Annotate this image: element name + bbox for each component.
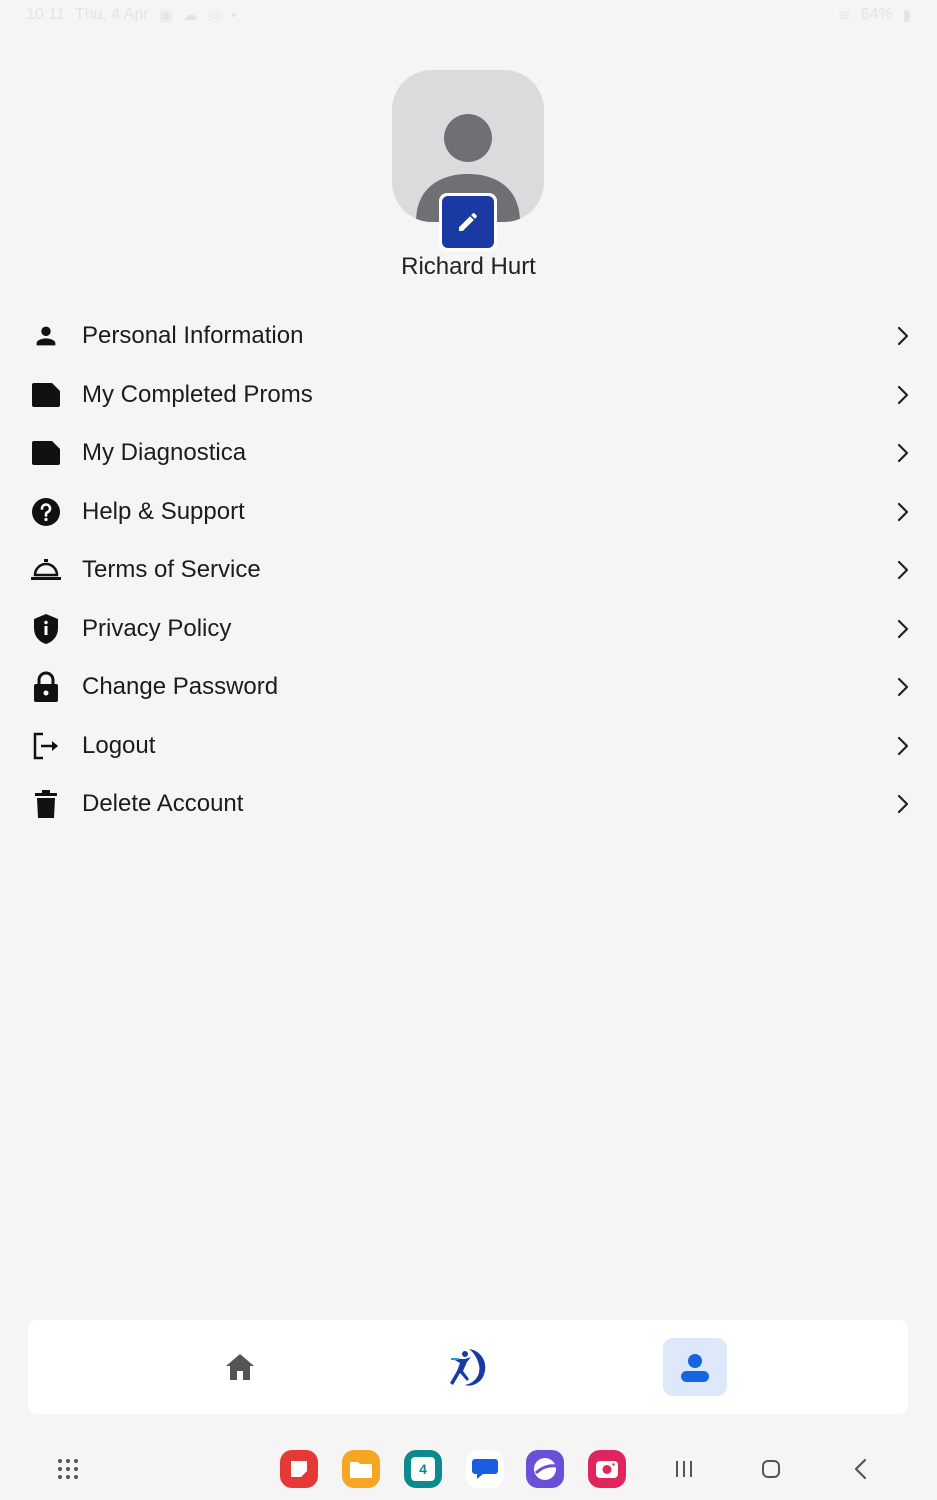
battery-level: 64% bbox=[860, 6, 893, 23]
chevron-right-icon bbox=[895, 443, 911, 463]
menu-item-label: Terms of Service bbox=[82, 556, 261, 584]
nav-app-logo-button[interactable] bbox=[436, 1338, 500, 1396]
menu-item-label: Personal Information bbox=[82, 322, 304, 350]
menu-item-delete-account[interactable]: Delete Account bbox=[0, 775, 937, 834]
calendar-day: 4 bbox=[411, 1457, 435, 1481]
wifi-icon: ≋ bbox=[838, 7, 851, 24]
lock-icon bbox=[30, 671, 62, 703]
menu-item-label: My Diagnostica bbox=[82, 439, 247, 467]
edit-badge-bg bbox=[442, 196, 494, 248]
menu-item-label: Help & Support bbox=[82, 497, 245, 525]
chevron-right-icon bbox=[895, 794, 911, 814]
settings-menu: Personal Information My Completed Proms … bbox=[0, 307, 937, 834]
status-date: Thu, 4 Apr bbox=[74, 6, 149, 23]
nav-profile-button[interactable] bbox=[663, 1338, 727, 1396]
menu-item-personal-information[interactable]: Personal Information bbox=[0, 307, 937, 366]
system-navigation-bar: 4 bbox=[0, 1440, 937, 1500]
app-logo-icon bbox=[450, 1349, 486, 1386]
nav-home-button[interactable] bbox=[208, 1338, 272, 1396]
service-bell-icon bbox=[30, 554, 62, 586]
messages-app-icon[interactable] bbox=[466, 1450, 504, 1488]
chevron-right-icon bbox=[895, 736, 911, 756]
menu-item-completed-proms[interactable]: My Completed Proms bbox=[0, 366, 937, 425]
trash-icon bbox=[30, 788, 62, 820]
chevron-right-icon bbox=[895, 619, 911, 639]
profile-avatar-container bbox=[392, 70, 544, 251]
calendar-app-icon[interactable]: 4 bbox=[404, 1450, 442, 1488]
home-button-icon[interactable] bbox=[756, 1454, 786, 1484]
camera-app-icon[interactable] bbox=[588, 1450, 626, 1488]
app-drawer-icon[interactable] bbox=[53, 1454, 83, 1484]
status-time: 10:11 bbox=[26, 6, 65, 23]
profile-icon bbox=[681, 1354, 709, 1382]
gallery-icon: ▣ bbox=[158, 7, 173, 24]
chevron-right-icon bbox=[895, 677, 911, 697]
menu-item-my-diagnostica[interactable]: My Diagnostica bbox=[0, 424, 937, 483]
status-bar: 10:11 Thu, 4 Apr ▣ ☁ ◎ • ≋ 64% ▮ bbox=[0, 0, 937, 30]
edit-avatar-button[interactable] bbox=[439, 193, 497, 251]
files-app-icon[interactable] bbox=[342, 1450, 380, 1488]
menu-item-label: Privacy Policy bbox=[82, 614, 232, 642]
profile-name: Richard Hurt bbox=[401, 253, 536, 280]
shield-icon bbox=[30, 613, 62, 645]
bottom-navigation bbox=[28, 1320, 908, 1414]
menu-item-label: Change Password bbox=[82, 673, 279, 701]
cloud-icon: ☁ bbox=[182, 7, 198, 24]
back-icon[interactable] bbox=[845, 1454, 875, 1484]
menu-item-privacy-policy[interactable]: Privacy Policy bbox=[0, 600, 937, 659]
chevron-right-icon bbox=[895, 502, 911, 522]
status-left: 10:11 Thu, 4 Apr ▣ ☁ ◎ • bbox=[26, 6, 236, 24]
chevron-right-icon bbox=[895, 326, 911, 346]
home-icon bbox=[226, 1354, 254, 1380]
help-circle-icon bbox=[30, 496, 62, 528]
menu-item-terms-of-service[interactable]: Terms of Service bbox=[0, 541, 937, 600]
notes-app-icon[interactable] bbox=[280, 1450, 318, 1488]
chevron-right-icon bbox=[895, 385, 911, 405]
recent-apps-icon[interactable] bbox=[669, 1454, 699, 1484]
sync-icon: ◎ bbox=[207, 7, 221, 24]
status-right: ≋ 64% ▮ bbox=[838, 6, 911, 24]
menu-item-help-support[interactable]: Help & Support bbox=[0, 483, 937, 542]
dot-icon: • bbox=[230, 6, 237, 24]
menu-item-change-password[interactable]: Change Password bbox=[0, 658, 937, 717]
folder-icon bbox=[30, 437, 62, 469]
menu-item-label: Logout bbox=[82, 731, 156, 759]
pencil-icon bbox=[459, 212, 478, 231]
person-icon bbox=[30, 320, 62, 352]
menu-item-label: Delete Account bbox=[82, 790, 244, 818]
menu-item-label: My Completed Proms bbox=[82, 380, 313, 408]
battery-icon: ▮ bbox=[902, 7, 911, 24]
internet-app-icon[interactable] bbox=[526, 1450, 564, 1488]
chevron-right-icon bbox=[895, 560, 911, 580]
menu-item-logout[interactable]: Logout bbox=[0, 717, 937, 776]
folder-icon bbox=[30, 379, 62, 411]
logout-icon bbox=[30, 730, 62, 762]
